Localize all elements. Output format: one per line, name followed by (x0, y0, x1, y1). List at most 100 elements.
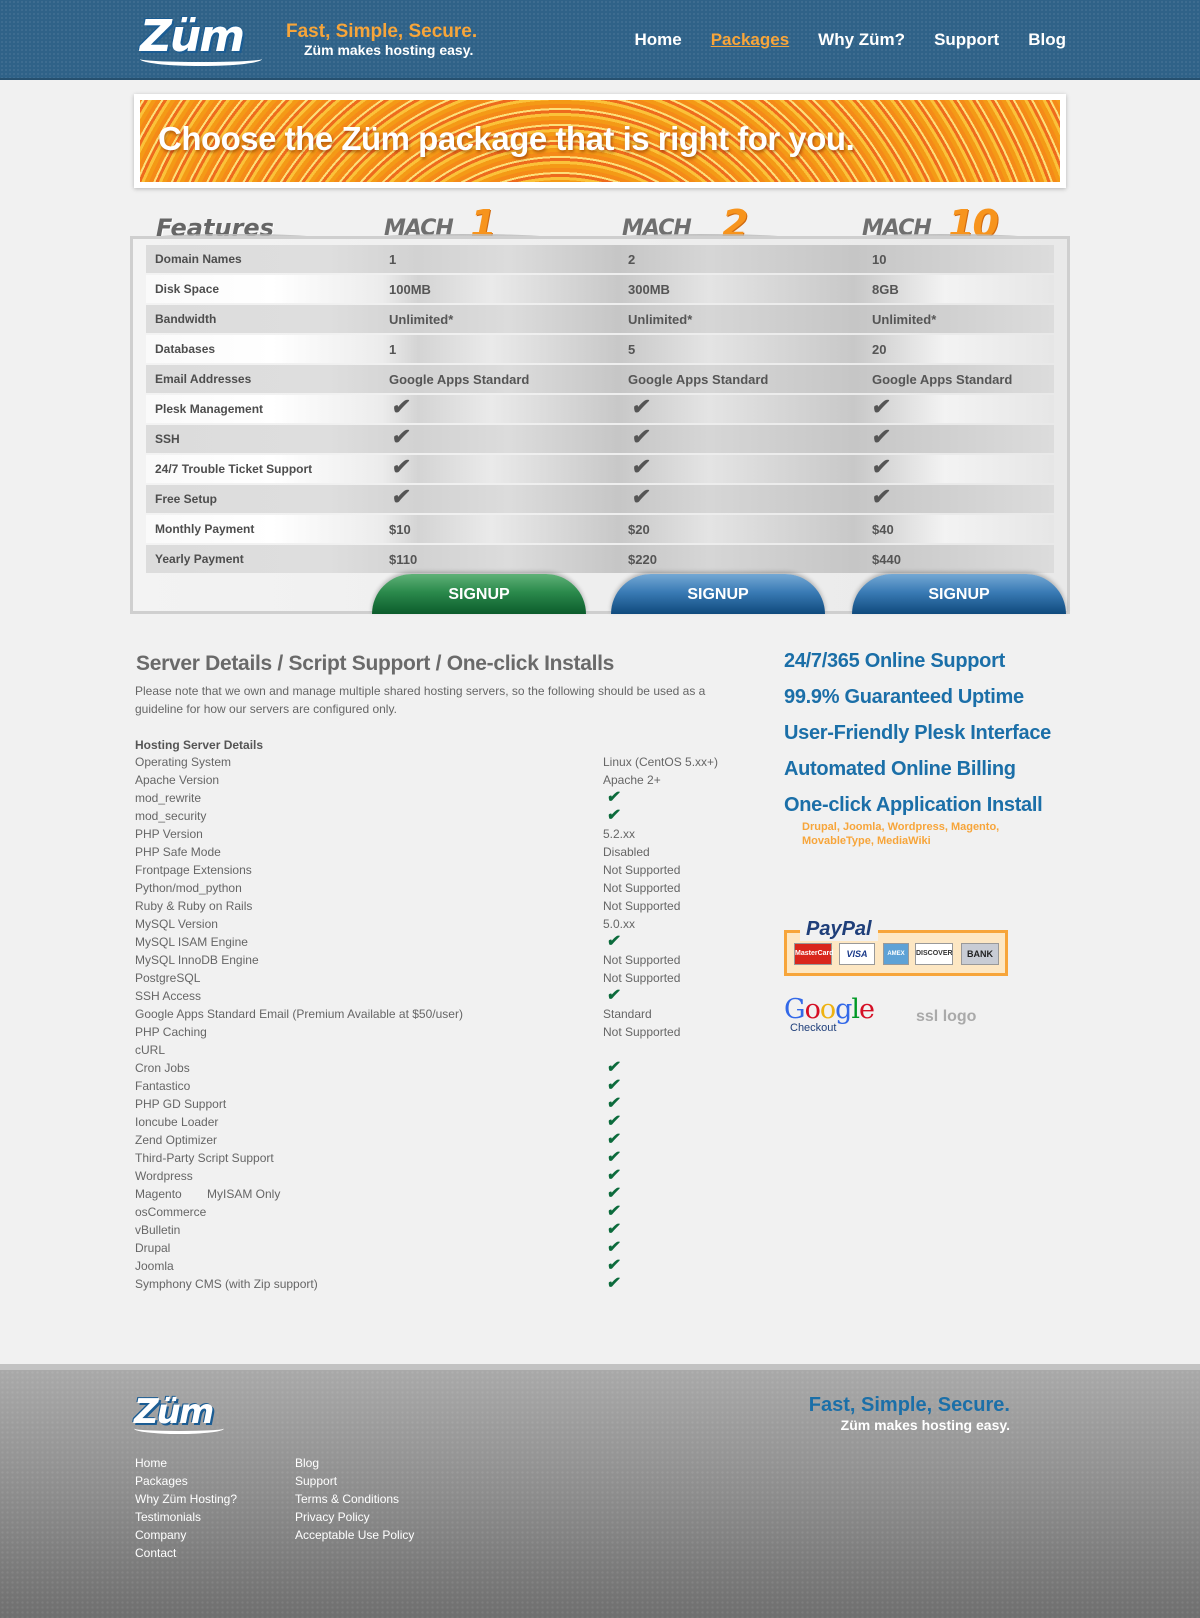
header-tagline: Fast, Simple, Secure. Züm makes hosting … (286, 21, 478, 59)
nav-packages[interactable]: Packages (711, 30, 789, 50)
spec-row: Operating System Linux (CentOS 5.xx+) (135, 754, 755, 772)
spec-key: mod_rewrite (135, 791, 202, 805)
spec-key: Symphony CMS (with Zip support) (135, 1277, 318, 1291)
table-row: Databases 1 5 20 (146, 335, 1054, 363)
footer-link-privacy[interactable]: Privacy Policy (295, 1508, 414, 1526)
checkout-word: Checkout (790, 1022, 837, 1034)
table-row: Plesk Management ✔ ✔ ✔ (146, 394, 1054, 423)
spec-row: PHP GD Support ✔ (135, 1095, 755, 1114)
highlight-item: 24/7/365 Online Support (784, 650, 1005, 672)
nav-blog[interactable]: Blog (1028, 30, 1066, 50)
nav-home[interactable]: Home (634, 30, 681, 50)
check-icon: ✔ (605, 1239, 622, 1256)
plan-value: 1 (389, 252, 397, 267)
footer-link-blog[interactable]: Blog (295, 1454, 414, 1472)
hosting-server-details-heading: Hosting Server Details (135, 738, 264, 752)
spec-key: Operating System (135, 755, 232, 769)
plan-value: 10 (872, 252, 887, 267)
plan-value: 1 (389, 342, 397, 357)
spec-row: Magento MyISAM Only ✔ (135, 1185, 755, 1204)
footer-logo[interactable]: Züm (134, 1394, 224, 1434)
footer-link-testimonials[interactable]: Testimonials (135, 1508, 237, 1526)
tagline-sub: Züm makes hosting easy. (304, 42, 474, 58)
spec-value: Not Supported (603, 953, 681, 967)
spec-row: Joomla ✔ (135, 1257, 755, 1276)
spec-row: Cron Jobs ✔ (135, 1059, 755, 1078)
spec-row: mod_security ✔ (135, 807, 755, 826)
spec-value: 5.0.xx (603, 917, 636, 931)
plan-value: 2 (628, 252, 636, 267)
signup-button-mach10[interactable]: SIGNUP (852, 574, 1066, 614)
spec-value: Standard (603, 1007, 652, 1021)
plan-value: Unlimited* (628, 312, 693, 327)
check-icon: ✔ (870, 424, 893, 449)
footer-link-why-zum[interactable]: Why Züm Hosting? (135, 1490, 237, 1508)
visa-icon: VISA (839, 943, 875, 965)
paypal-badge: PayPal MasterCard VISA AMEX DISCOVER BAN… (784, 918, 1008, 976)
apps-note: Drupal, Joomla, Wordpress, Magento, Mova… (802, 821, 1000, 847)
signup-button-mach1[interactable]: SIGNUP (372, 574, 586, 614)
footer-link-company[interactable]: Company (135, 1526, 237, 1544)
spec-key: Cron Jobs (135, 1061, 190, 1075)
footer-link-packages[interactable]: Packages (135, 1472, 237, 1490)
feature-label: SSH (155, 432, 180, 446)
check-icon: ✔ (630, 424, 653, 449)
packages-table: Domain Names 1 2 10 Disk Space 100MB 300MB 8GB B… (130, 236, 1070, 614)
spec-row: mod_rewrite ✔ (135, 789, 755, 808)
google-checkout-logo: Google Checkout (784, 996, 884, 1036)
bank-icon: BANK (961, 943, 999, 965)
plan-value: $440 (872, 552, 901, 567)
spec-row: Python/mod_python Not Supported (135, 880, 755, 898)
ssl-logo: ssl logo (916, 1008, 977, 1025)
nav-why-zum[interactable]: Why Züm? (818, 30, 905, 50)
table-row: Email Addresses Google Apps Standard Googl… (146, 365, 1054, 393)
spec-key: PHP Caching (135, 1025, 207, 1039)
footer-links-col1: Home Packages Why Züm Hosting? Testimoni… (135, 1454, 237, 1562)
spec-key: PostgreSQL (135, 971, 201, 985)
check-icon: ✔ (630, 454, 653, 479)
spec-value: Not Supported (603, 1025, 681, 1039)
footer-link-terms[interactable]: Terms & Conditions (295, 1490, 414, 1508)
table-row: 24/7 Trouble Ticket Support ✔ ✔ ✔ (146, 454, 1054, 483)
spec-key: PHP Safe Mode (135, 845, 221, 859)
spec-key: SSH Access (135, 989, 202, 1003)
feature-label: Yearly Payment (155, 552, 244, 566)
check-icon: ✔ (605, 1095, 622, 1112)
spec-row: MySQL InnoDB Engine Not Supported (135, 952, 755, 970)
feature-label: 24/7 Trouble Ticket Support (155, 462, 313, 476)
spec-row: Zend Optimizer ✔ (135, 1131, 755, 1150)
nav-support[interactable]: Support (934, 30, 999, 50)
spec-row: Wordpress ✔ (135, 1167, 755, 1186)
footer-link-contact[interactable]: Contact (135, 1544, 237, 1562)
spec-key: mod_security (135, 809, 207, 823)
signup-button-mach2[interactable]: SIGNUP (611, 574, 825, 614)
check-icon: ✔ (605, 1149, 622, 1166)
spec-row: Symphony CMS (with Zip support) ✔ (135, 1275, 755, 1294)
signup-label: SIGNUP (448, 586, 510, 603)
tagline-main: Fast, Simple, Secure. (286, 21, 478, 42)
spec-key: Drupal (135, 1241, 171, 1255)
footer-link-aup[interactable]: Acceptable Use Policy (295, 1526, 414, 1544)
spec-row: Drupal ✔ (135, 1239, 755, 1258)
spec-row: osCommerce ✔ (135, 1203, 755, 1222)
spec-row: Third-Party Script Support ✔ (135, 1149, 755, 1168)
zum-logo[interactable]: Züm (140, 14, 262, 66)
spec-key: Ruby & Ruby on Rails (135, 899, 253, 913)
spec-row: PHP Caching Not Supported (135, 1024, 755, 1042)
banner: Choose the Züm package that is right for… (140, 100, 1060, 182)
check-icon: ✔ (870, 484, 893, 509)
plan-value: $10 (389, 522, 411, 537)
plan-value: Google Apps Standard (389, 372, 530, 387)
check-icon: ✔ (605, 1113, 622, 1130)
check-icon: ✔ (390, 394, 413, 419)
main-nav: Home Packages Why Züm? Support Blog (634, 30, 1066, 50)
footer-link-home[interactable]: Home (135, 1454, 237, 1472)
check-icon: ✔ (605, 1185, 622, 1202)
plan-value: Google Apps Standard (872, 372, 1013, 387)
plan-value: $40 (872, 522, 894, 537)
spec-row: vBulletin ✔ (135, 1221, 755, 1240)
footer-link-support[interactable]: Support (295, 1472, 414, 1490)
google-wordmark: Google (784, 996, 884, 1024)
feature-label: Email Addresses (155, 372, 252, 386)
check-icon: ✔ (605, 789, 622, 806)
